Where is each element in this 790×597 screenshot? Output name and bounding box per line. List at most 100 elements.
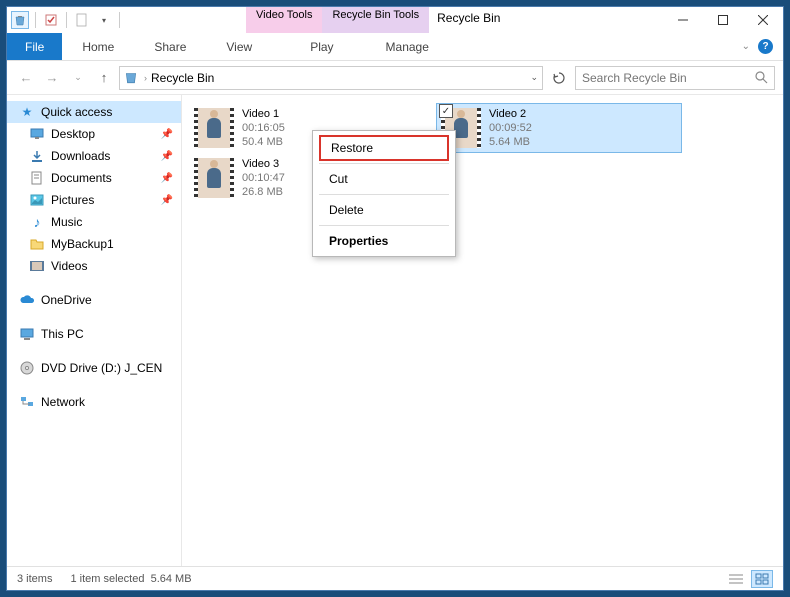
sidebar-item-desktop[interactable]: Desktop 📌 bbox=[7, 123, 181, 145]
file-size: 5.64 MB bbox=[489, 135, 532, 149]
sidebar-label: OneDrive bbox=[41, 293, 92, 307]
status-item-count: 3 items bbox=[17, 573, 52, 585]
video-tools-tab[interactable]: Video Tools bbox=[246, 7, 322, 33]
sidebar-label: Downloads bbox=[51, 149, 110, 163]
sidebar-network[interactable]: Network bbox=[7, 391, 181, 413]
network-icon bbox=[19, 394, 35, 410]
maximize-button[interactable] bbox=[703, 7, 743, 33]
sidebar-quick-access[interactable]: ★ Quick access bbox=[7, 101, 181, 123]
file-item[interactable]: ✓ Video 2 00:09:52 5.64 MB bbox=[436, 103, 682, 153]
details-view-button[interactable] bbox=[725, 570, 747, 588]
tab-share[interactable]: Share bbox=[134, 33, 206, 60]
refresh-button[interactable] bbox=[547, 71, 571, 85]
address-field[interactable]: › Recycle Bin ⌄ bbox=[119, 66, 543, 90]
search-box[interactable] bbox=[575, 66, 775, 90]
file-meta: Video 2 00:09:52 5.64 MB bbox=[489, 107, 532, 149]
ribbon-expand-icon[interactable]: ⌄ bbox=[742, 41, 750, 52]
tab-home[interactable]: Home bbox=[62, 33, 134, 60]
file-meta: Video 1 00:16:05 50.4 MB bbox=[242, 107, 285, 149]
file-size: 50.4 MB bbox=[242, 135, 285, 149]
status-bar: 3 items 1 item selected 5.64 MB bbox=[7, 566, 783, 590]
file-duration: 00:09:52 bbox=[489, 121, 532, 135]
file-duration: 00:16:05 bbox=[242, 121, 285, 135]
video-thumbnail bbox=[194, 158, 234, 198]
tab-manage[interactable]: Manage bbox=[360, 33, 455, 60]
nav-up-button[interactable]: ↑ bbox=[93, 67, 115, 89]
file-tab[interactable]: File bbox=[7, 33, 62, 60]
address-location[interactable]: Recycle Bin bbox=[151, 71, 526, 85]
recycle-tools-label: Recycle Bin Tools bbox=[332, 9, 419, 21]
search-icon[interactable] bbox=[755, 71, 768, 84]
recycle-tools-tab[interactable]: Recycle Bin Tools bbox=[322, 7, 429, 33]
nav-recent-dropdown[interactable]: ⌄ bbox=[67, 67, 89, 89]
file-list[interactable]: Video 1 00:16:05 50.4 MB ✓ Video 2 00:09… bbox=[182, 95, 783, 566]
pin-icon: 📌 bbox=[161, 151, 173, 162]
thumbnails-view-button[interactable] bbox=[751, 570, 773, 588]
onedrive-icon bbox=[19, 292, 35, 308]
sidebar-label: Music bbox=[51, 215, 82, 229]
ctx-delete[interactable]: Delete bbox=[315, 197, 453, 223]
ctx-restore[interactable]: Restore bbox=[319, 135, 449, 161]
separator bbox=[319, 194, 449, 195]
recycle-bin-icon bbox=[124, 70, 140, 86]
address-dropdown-icon[interactable]: ⌄ bbox=[530, 72, 538, 83]
file-checkbox[interactable]: ✓ bbox=[439, 104, 453, 118]
pictures-icon bbox=[29, 192, 45, 208]
file-name: Video 2 bbox=[489, 107, 532, 121]
separator bbox=[66, 12, 67, 28]
sidebar-item-music[interactable]: ♪ Music bbox=[7, 211, 181, 233]
nav-forward-button[interactable]: → bbox=[41, 67, 63, 89]
pin-icon: 📌 bbox=[161, 129, 173, 140]
close-button[interactable] bbox=[743, 7, 783, 33]
file-name: Video 1 bbox=[242, 107, 285, 121]
separator bbox=[319, 225, 449, 226]
properties-check-icon[interactable] bbox=[42, 11, 60, 29]
ctx-properties[interactable]: Properties bbox=[315, 228, 453, 254]
sidebar-label: DVD Drive (D:) J_CEN bbox=[41, 361, 162, 375]
sidebar-item-videos[interactable]: Videos bbox=[7, 255, 181, 277]
sidebar-item-mybackup1[interactable]: MyBackup1 bbox=[7, 233, 181, 255]
status-selection: 1 item selected 5.64 MB bbox=[70, 573, 191, 585]
separator bbox=[119, 12, 120, 28]
file-name: Video 3 bbox=[242, 157, 285, 171]
thispc-icon bbox=[19, 326, 35, 342]
tab-play[interactable]: Play bbox=[284, 33, 359, 60]
recycle-bin-icon[interactable] bbox=[11, 11, 29, 29]
qat-dropdown-icon[interactable]: ▾ bbox=[95, 11, 113, 29]
sidebar-label: Desktop bbox=[51, 127, 95, 141]
sidebar-label: Pictures bbox=[51, 193, 94, 207]
sidebar-label: Documents bbox=[51, 171, 112, 185]
pin-icon: 📌 bbox=[161, 173, 173, 184]
downloads-icon bbox=[29, 148, 45, 164]
navigation-sidebar: ★ Quick access Desktop 📌 Downloads 📌 Doc… bbox=[7, 95, 182, 566]
music-icon: ♪ bbox=[29, 214, 45, 230]
minimize-button[interactable] bbox=[663, 7, 703, 33]
titlebar: ▾ Video Tools Recycle Bin Tools Recycle … bbox=[7, 7, 783, 33]
sidebar-item-pictures[interactable]: Pictures 📌 bbox=[7, 189, 181, 211]
video-tools-label: Video Tools bbox=[256, 9, 312, 21]
help-icon[interactable]: ? bbox=[758, 39, 773, 54]
explorer-window: ▾ Video Tools Recycle Bin Tools Recycle … bbox=[6, 6, 784, 591]
window-title: Recycle Bin bbox=[429, 7, 508, 33]
sidebar-dvd[interactable]: DVD Drive (D:) J_CEN bbox=[7, 357, 181, 379]
sidebar-label: This PC bbox=[41, 327, 84, 341]
sidebar-thispc[interactable]: This PC bbox=[7, 323, 181, 345]
nav-back-button[interactable]: ← bbox=[15, 67, 37, 89]
sidebar-item-documents[interactable]: Documents 📌 bbox=[7, 167, 181, 189]
new-doc-icon[interactable] bbox=[73, 11, 91, 29]
documents-icon bbox=[29, 170, 45, 186]
tab-view[interactable]: View bbox=[206, 33, 272, 60]
breadcrumb-sep[interactable]: › bbox=[144, 73, 147, 83]
sidebar-item-downloads[interactable]: Downloads 📌 bbox=[7, 145, 181, 167]
sidebar-label: Videos bbox=[51, 259, 87, 273]
ribbon: File Home Share View Play Manage ⌄ ? bbox=[7, 33, 783, 61]
dvd-icon bbox=[19, 360, 35, 376]
file-duration: 00:10:47 bbox=[242, 171, 285, 185]
search-input[interactable] bbox=[582, 71, 755, 85]
window-buttons bbox=[663, 7, 783, 33]
sidebar-onedrive[interactable]: OneDrive bbox=[7, 289, 181, 311]
sidebar-label: Network bbox=[41, 395, 85, 409]
ctx-cut[interactable]: Cut bbox=[315, 166, 453, 192]
videos-icon bbox=[29, 258, 45, 274]
folder-icon bbox=[29, 236, 45, 252]
